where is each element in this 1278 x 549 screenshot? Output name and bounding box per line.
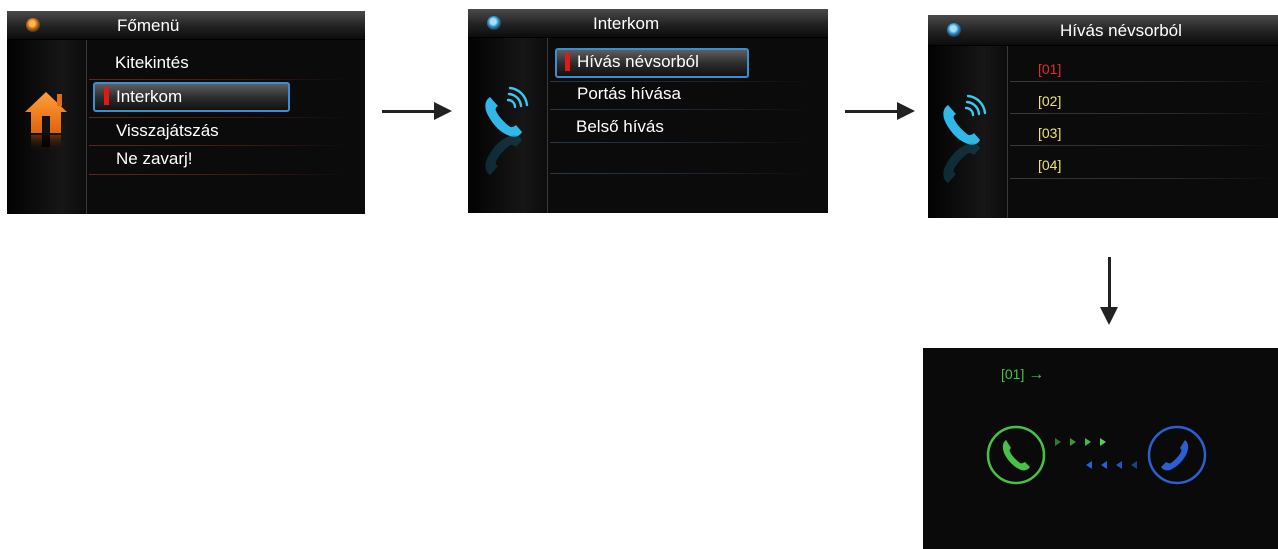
home-icon <box>25 92 67 154</box>
row-divider <box>550 173 812 174</box>
flow-arrow-right <box>382 102 452 120</box>
screen-title: Főmenü <box>117 16 180 35</box>
green-phone-icon <box>986 425 1046 485</box>
outgoing-signal-arrows <box>1055 438 1106 446</box>
title-bar: Interkom <box>468 9 828 38</box>
directory-call-screen: Hívás névsorból [01] [02] [03] [04] <box>928 15 1278 218</box>
sidebar <box>928 46 1008 218</box>
call-animation <box>986 425 1207 485</box>
row-divider <box>1010 81 1278 82</box>
menu-item-belso-hivas[interactable]: Belső hívás <box>576 117 664 137</box>
menu-item-ne-zavarj[interactable]: Ne zavarj! <box>116 149 193 169</box>
phone-icon <box>485 86 529 175</box>
status-led-icon <box>947 23 961 37</box>
row-divider <box>550 81 812 82</box>
screen-title: Hívás névsorból <box>1060 21 1182 40</box>
sidebar <box>468 38 548 213</box>
selection-marker <box>565 53 570 71</box>
phone-icon <box>943 94 987 183</box>
row-divider <box>550 142 812 143</box>
row-divider <box>1010 178 1278 179</box>
status-led-icon <box>487 16 501 30</box>
row-divider <box>89 145 351 146</box>
row-divider <box>89 79 351 80</box>
menu-item-visszajatszas[interactable]: Visszajátszás <box>116 121 219 141</box>
row-divider <box>550 109 812 110</box>
menu-item-interkom[interactable]: Interkom <box>116 87 182 107</box>
blue-phone-icon <box>1147 425 1207 485</box>
directory-entry[interactable]: [02] <box>1038 93 1061 109</box>
menu-item-portas-hivasa[interactable]: Portás hívása <box>577 84 681 104</box>
row-divider <box>89 174 351 175</box>
status-led-icon <box>26 18 40 32</box>
main-menu-screen: Főmenü Kitekintés Interkom Visszajátszás… <box>7 11 365 214</box>
menu-item-kitekintes[interactable]: Kitekintés <box>115 53 189 73</box>
row-divider <box>89 117 351 118</box>
directory-entry[interactable]: [04] <box>1038 157 1061 173</box>
title-bar: Hívás névsorból <box>928 15 1278 46</box>
menu-item-hivas-nevsorbol[interactable]: Hívás névsorból <box>577 52 699 72</box>
screen-title: Interkom <box>593 14 660 33</box>
selection-marker <box>104 87 109 105</box>
title-bar: Főmenü <box>7 11 365 40</box>
flow-arrow-down <box>1100 257 1118 325</box>
calling-screen: [01] → <box>923 348 1278 549</box>
row-divider <box>1010 145 1278 146</box>
directory-entry[interactable]: [01] <box>1038 61 1061 77</box>
sidebar <box>7 40 87 214</box>
directory-entry[interactable]: [03] <box>1038 125 1061 141</box>
interkom-screen: Interkom Hívás névsorból Portás hívása B… <box>468 9 828 213</box>
row-divider <box>1010 113 1278 114</box>
flow-arrow-right <box>845 102 915 120</box>
incoming-signal-arrows <box>1086 461 1137 469</box>
